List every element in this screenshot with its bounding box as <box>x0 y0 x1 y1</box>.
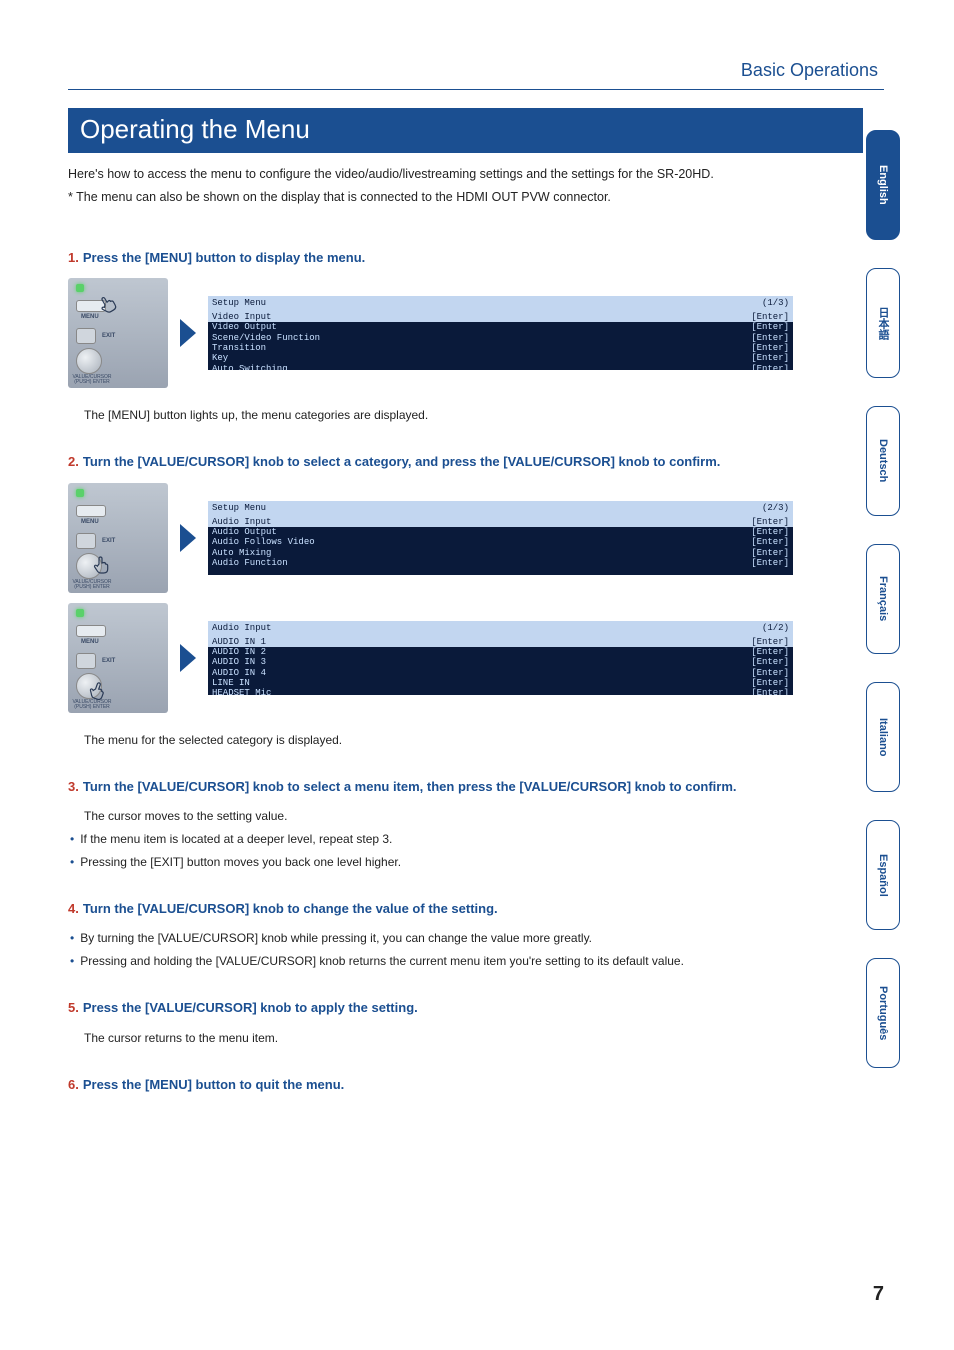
menu-row: Video Input[Enter] <box>208 312 793 322</box>
page-title: Operating the Menu <box>68 108 863 153</box>
menu-row: Transition[Enter] <box>208 343 793 353</box>
language-tab[interactable]: 日本語 <box>866 268 900 378</box>
language-tab[interactable]: English <box>866 130 900 240</box>
menu-row: LINE IN[Enter] <box>208 678 793 688</box>
menu-row: AUDIO IN 3[Enter] <box>208 657 793 667</box>
exit-button <box>76 533 96 549</box>
menu-label: MENU <box>81 313 99 322</box>
arrow-icon <box>180 524 196 552</box>
menu-row: HEADSET Mic[Enter] <box>208 688 793 694</box>
bullet-item: Pressing and holding the [VALUE/CURSOR] … <box>70 952 793 971</box>
language-tab[interactable]: Italiano <box>866 682 900 792</box>
step-desc: The cursor returns to the menu item. <box>84 1029 793 1048</box>
section-label: Basic Operations <box>68 60 884 89</box>
menu-row: AUDIO IN 2[Enter] <box>208 647 793 657</box>
exit-label: EXIT <box>102 657 115 666</box>
device-panel-illustration: MENU EXIT VALUE/CURSOR(PUSH) ENTER <box>68 278 168 388</box>
value-cursor-knob <box>76 348 102 374</box>
device-panel-illustration: MENU EXIT VALUE/CURSOR(PUSH) ENTER <box>68 483 168 593</box>
bullet-item: If the menu item is located at a deeper … <box>70 830 793 849</box>
bullet-item: Pressing the [EXIT] button moves you bac… <box>70 853 793 872</box>
bullet-list: If the menu item is located at a deeper … <box>70 830 793 871</box>
menu-row: Audio Function[Enter] <box>208 558 793 568</box>
knob-label: VALUE/CURSOR(PUSH) ENTER <box>70 375 114 385</box>
language-tab[interactable]: Español <box>866 820 900 930</box>
note-text: * The menu can also be shown on the disp… <box>68 188 793 207</box>
menu-label: MENU <box>81 518 99 527</box>
exit-button <box>76 653 96 669</box>
menu-label: MENU <box>81 638 99 647</box>
step-block: 1.Press the [MENU] button to display the… <box>68 248 793 425</box>
step-desc: The menu for the selected category is di… <box>84 731 793 750</box>
menu-row: Video Output[Enter] <box>208 322 793 332</box>
language-tab[interactable]: Français <box>866 544 900 654</box>
step-block: 5.Press the [VALUE/CURSOR] knob to apply… <box>68 998 793 1047</box>
step-block: 2.Turn the [VALUE/CURSOR] knob to select… <box>68 452 793 749</box>
step-block: 4.Turn the [VALUE/CURSOR] knob to change… <box>68 899 793 970</box>
step-desc: The [MENU] button lights up, the menu ca… <box>84 406 793 425</box>
exit-button <box>76 328 96 344</box>
menu-row: AUDIO IN 1[Enter] <box>208 637 793 647</box>
menu-row: Audio Follows Video[Enter] <box>208 537 793 547</box>
exit-label: EXIT <box>102 537 115 546</box>
arrow-icon <box>180 644 196 672</box>
language-tab[interactable]: Português <box>866 958 900 1068</box>
knob-label: VALUE/CURSOR(PUSH) ENTER <box>70 580 114 590</box>
step-heading: 5.Press the [VALUE/CURSOR] knob to apply… <box>68 998 793 1018</box>
language-tabs: English 日本語 Deutsch Français Italiano Español… <box>866 130 900 1068</box>
bullet-list: By turning the [VALUE/CURSOR] knob while… <box>70 929 793 970</box>
led-icon <box>76 284 84 292</box>
menu-button <box>76 505 106 517</box>
step-heading: 6.Press the [MENU] button to quit the me… <box>68 1075 793 1095</box>
step-heading: 1.Press the [MENU] button to display the… <box>68 248 793 268</box>
menu-row: Audio Output[Enter] <box>208 527 793 537</box>
menu-row: Auto Switching[Enter] <box>208 364 793 370</box>
exit-label: EXIT <box>102 332 115 341</box>
arrow-icon <box>180 319 196 347</box>
intro-text: Here's how to access the menu to configu… <box>68 165 793 184</box>
menu-row: AUDIO IN 4[Enter] <box>208 668 793 678</box>
menu-row: Auto Mixing[Enter] <box>208 548 793 558</box>
menu-screen: Setup Menu(1/3)Video Input[Enter]Video O… <box>208 296 793 370</box>
language-tab[interactable]: Deutsch <box>866 406 900 516</box>
device-panel-illustration: MENUEXITVALUE/CURSOR(PUSH) ENTER <box>68 603 168 713</box>
menu-row: Scene/Video Function[Enter] <box>208 333 793 343</box>
divider <box>68 89 884 90</box>
step-block: 3.Turn the [VALUE/CURSOR] knob to select… <box>68 777 793 871</box>
menu-row: Audio Input[Enter] <box>208 517 793 527</box>
step-block: 6.Press the [MENU] button to quit the me… <box>68 1075 793 1095</box>
page-number: 7 <box>873 1283 884 1306</box>
step-heading: 2.Turn the [VALUE/CURSOR] knob to select… <box>68 452 793 472</box>
led-icon <box>76 489 84 497</box>
menu-screen: Setup Menu(2/3)Audio Input[Enter]Audio O… <box>208 501 793 575</box>
menu-row: Key[Enter] <box>208 353 793 363</box>
led-icon <box>76 609 84 617</box>
menu-screen: Audio Input(1/2)AUDIO IN 1[Enter]AUDIO I… <box>208 621 793 695</box>
menu-button <box>76 625 106 637</box>
step-heading: 3.Turn the [VALUE/CURSOR] knob to select… <box>68 777 793 797</box>
step-desc: The cursor moves to the setting value. <box>84 807 793 826</box>
step-heading: 4.Turn the [VALUE/CURSOR] knob to change… <box>68 899 793 919</box>
bullet-item: By turning the [VALUE/CURSOR] knob while… <box>70 929 793 948</box>
